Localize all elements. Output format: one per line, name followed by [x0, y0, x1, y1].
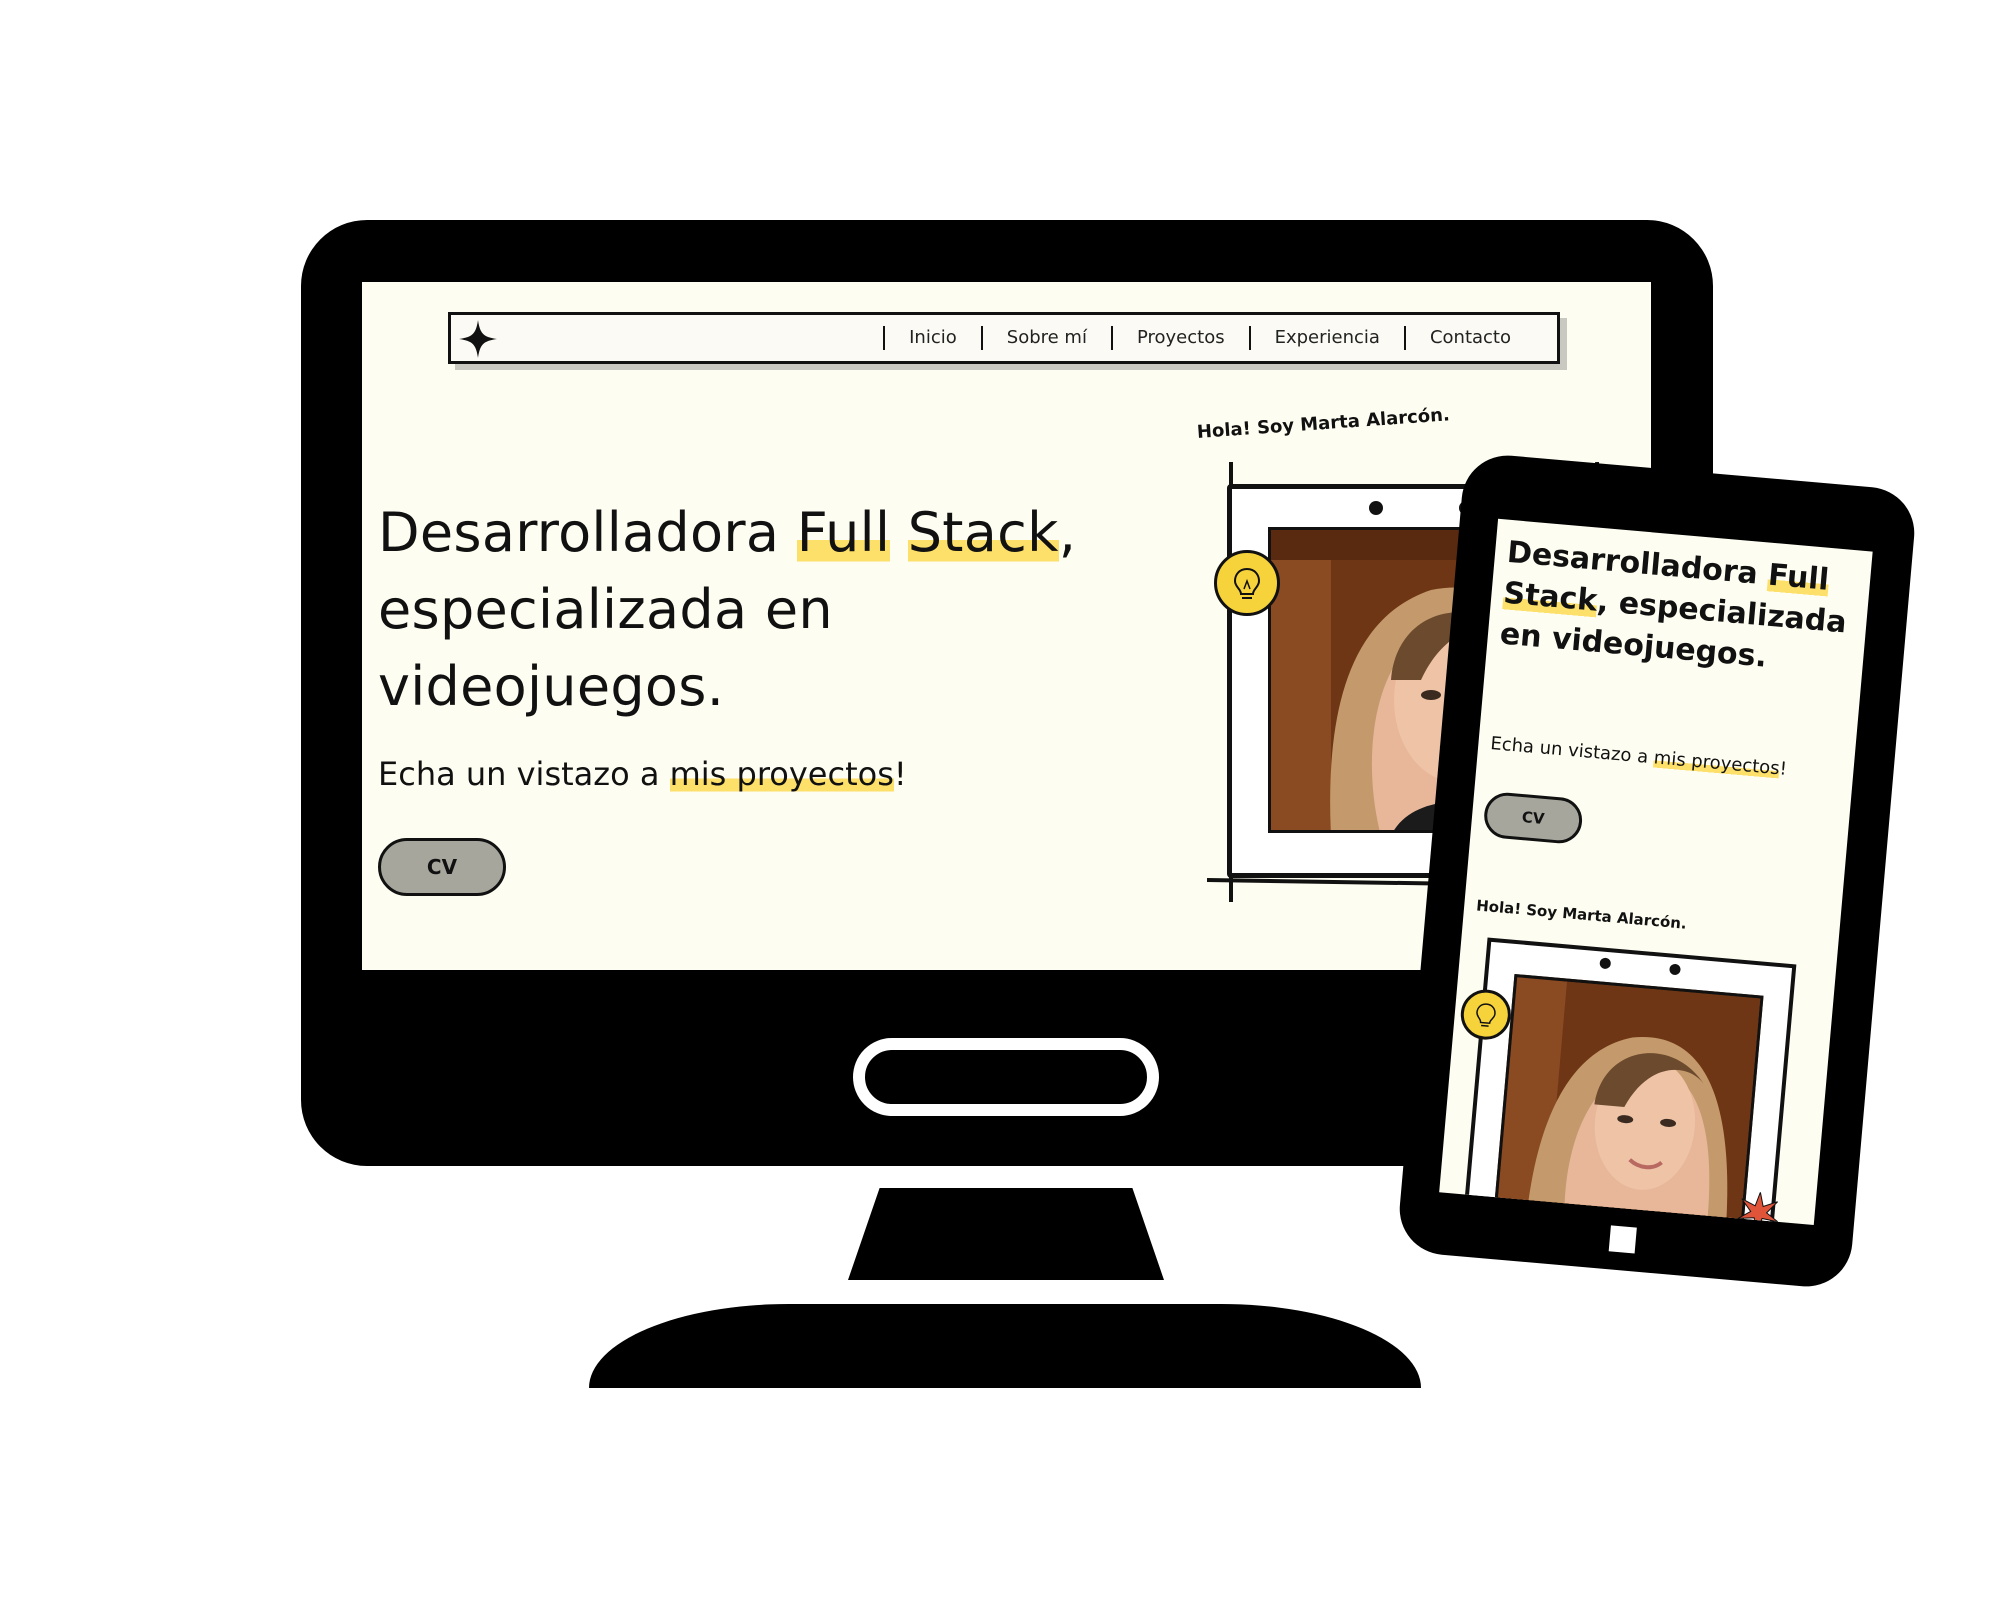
mobile-hero-highlight-full: Full — [1766, 557, 1831, 598]
hero-subtitle-suffix: ! — [893, 755, 907, 793]
nav-link-experiencia[interactable]: Experiencia — [1248, 326, 1404, 350]
mobile-photo-frame — [1461, 937, 1797, 1226]
hero-highlight-full: Full — [796, 501, 891, 564]
hero-title-prefix: Desarrolladora — [378, 501, 797, 564]
mobile-profile-greeting: Hola! Soy Marta Alarcón. — [1475, 896, 1688, 933]
mobile-projects-link[interactable]: mis proyectos — [1652, 747, 1781, 780]
mobile-hero-subtitle-suffix: ! — [1778, 758, 1788, 780]
mobile-phone: Desarrolladora Full Stack, especializada… — [1395, 451, 1919, 1291]
burst-icon — [1737, 1190, 1779, 1226]
nav-link-contacto[interactable]: Contacto — [1403, 326, 1535, 350]
monitor-slot — [853, 1038, 1159, 1116]
mobile-hero-subtitle: Echa un vistazo a mis proyectos! — [1489, 731, 1846, 788]
monitor-neck — [848, 1188, 1164, 1280]
frame-dot — [1369, 501, 1383, 515]
mobile-hero-subtitle-prefix: Echa un vistazo a — [1489, 733, 1655, 769]
hero-highlight-stack: Stack — [907, 501, 1059, 564]
lightbulb-icon — [1214, 550, 1280, 616]
hero-subtitle-prefix: Echa un vistazo a — [378, 755, 670, 793]
nav-links: Inicio Sobre mí Proyectos Experiencia Co… — [883, 315, 1535, 361]
mobile-hero-highlight-stack: Stack — [1502, 575, 1599, 619]
mobile-profile-photo — [1492, 973, 1764, 1226]
frame-dot — [1669, 963, 1681, 976]
mobile-hero-title: Desarrolladora Full Stack, especializada… — [1498, 532, 1857, 685]
mobile-cv-button[interactable]: CV — [1482, 790, 1584, 846]
cv-button[interactable]: CV — [378, 838, 506, 896]
monitor-base — [589, 1304, 1421, 1388]
home-button-icon[interactable] — [1608, 1225, 1637, 1254]
projects-link[interactable]: mis proyectos — [669, 755, 894, 793]
hero-subtitle: Echa un vistazo a mis proyectos! — [378, 752, 1078, 796]
nav-link-inicio[interactable]: Inicio — [883, 326, 981, 350]
nav-link-proyectos[interactable]: Proyectos — [1110, 326, 1249, 350]
hero-title: Desarrolladora Full Stack, especializada… — [378, 494, 1098, 725]
mobile-screen: Desarrolladora Full Stack, especializada… — [1439, 518, 1873, 1226]
frame-dot — [1599, 957, 1612, 970]
navbar: Inicio Sobre mí Proyectos Experiencia Co… — [448, 312, 1560, 364]
profile-greeting: Hola! Soy Marta Alarcón. — [1196, 404, 1451, 443]
sparkle-logo-icon[interactable] — [457, 318, 499, 360]
nav-link-sobre-mi[interactable]: Sobre mí — [980, 326, 1111, 350]
